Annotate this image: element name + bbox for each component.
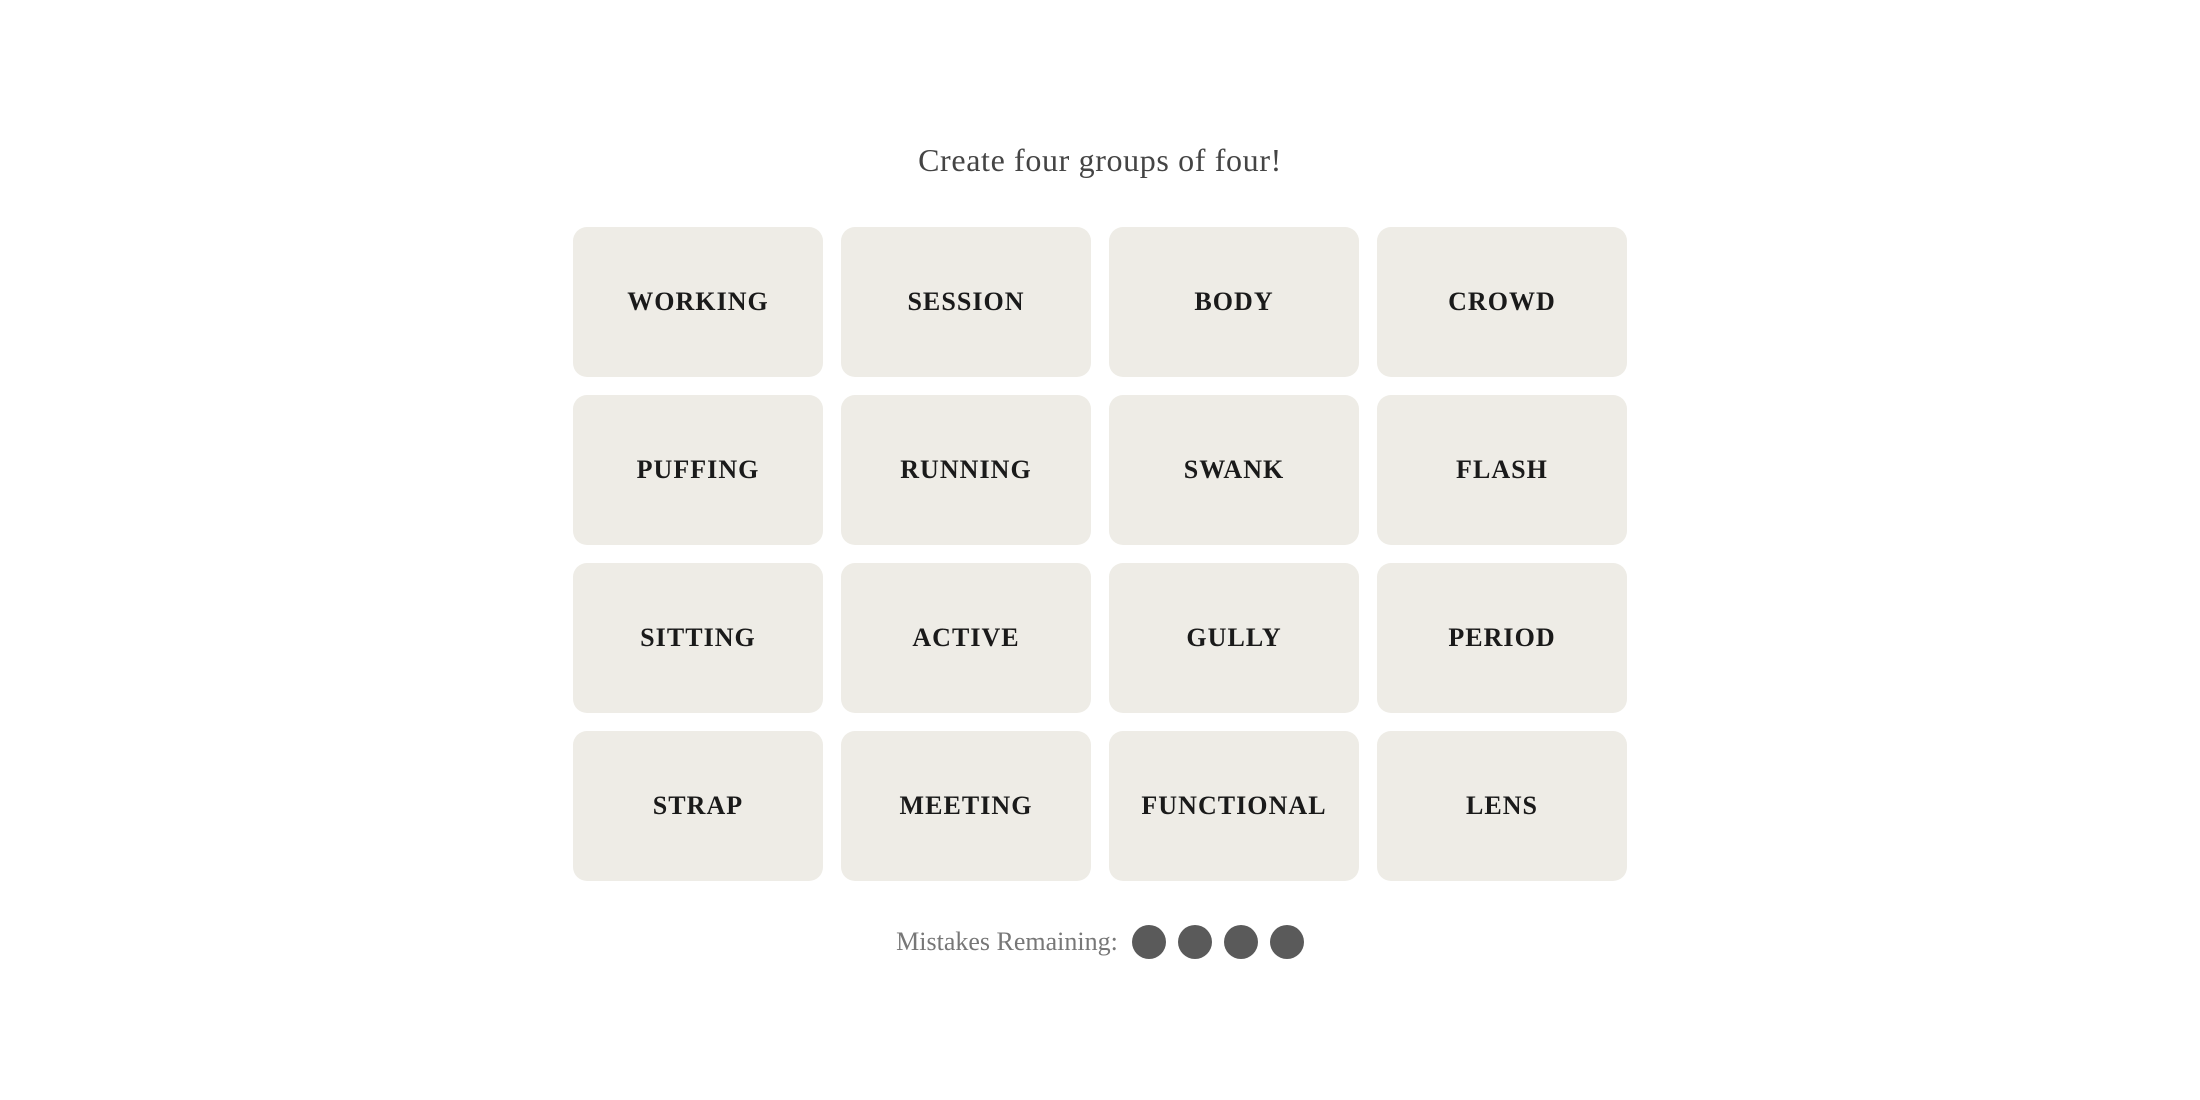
tile-label-swank: SWANK: [1184, 455, 1285, 485]
tile-working[interactable]: WORKING: [573, 227, 823, 377]
tile-body[interactable]: BODY: [1109, 227, 1359, 377]
tile-period[interactable]: PERIOD: [1377, 563, 1627, 713]
tile-label-flash: FLASH: [1456, 455, 1548, 485]
tile-label-period: PERIOD: [1448, 623, 1555, 653]
tile-meeting[interactable]: MEETING: [841, 731, 1091, 881]
tile-gully[interactable]: GULLY: [1109, 563, 1359, 713]
mistake-dot-4: [1270, 925, 1304, 959]
tile-crowd[interactable]: CROWD: [1377, 227, 1627, 377]
tile-label-puffing: PUFFING: [637, 455, 760, 485]
tile-functional[interactable]: FUNCTIONAL: [1109, 731, 1359, 881]
tile-label-body: BODY: [1194, 287, 1273, 317]
tile-flash[interactable]: FLASH: [1377, 395, 1627, 545]
tile-lens[interactable]: LENS: [1377, 731, 1627, 881]
mistakes-dots: [1132, 925, 1304, 959]
mistake-dot-2: [1178, 925, 1212, 959]
tile-label-lens: LENS: [1466, 791, 1538, 821]
mistakes-section: Mistakes Remaining:: [896, 925, 1304, 959]
tile-label-session: SESSION: [907, 287, 1024, 317]
tile-label-crowd: CROWD: [1448, 287, 1556, 317]
word-grid: WORKING SESSION BODY CROWD PUFFING RUNNING SWA…: [573, 227, 1627, 881]
tile-running[interactable]: RUNNING: [841, 395, 1091, 545]
tile-active[interactable]: ACTIVE: [841, 563, 1091, 713]
tile-sitting[interactable]: SITTING: [573, 563, 823, 713]
tile-label-functional: FUNCTIONAL: [1141, 791, 1326, 821]
mistake-dot-1: [1132, 925, 1166, 959]
tile-swank[interactable]: SWANK: [1109, 395, 1359, 545]
tile-label-meeting: MEETING: [900, 791, 1033, 821]
tile-label-working: WORKING: [627, 287, 769, 317]
tile-label-strap: STRAP: [653, 791, 743, 821]
tile-label-gully: GULLY: [1186, 623, 1281, 653]
tile-puffing[interactable]: PUFFING: [573, 395, 823, 545]
mistakes-label: Mistakes Remaining:: [896, 927, 1118, 957]
tile-session[interactable]: SESSION: [841, 227, 1091, 377]
tile-label-running: RUNNING: [900, 455, 1032, 485]
tile-strap[interactable]: STRAP: [573, 731, 823, 881]
tile-label-sitting: SITTING: [640, 623, 756, 653]
mistake-dot-3: [1224, 925, 1258, 959]
game-subtitle: Create four groups of four!: [918, 142, 1282, 179]
tile-label-active: ACTIVE: [912, 623, 1019, 653]
